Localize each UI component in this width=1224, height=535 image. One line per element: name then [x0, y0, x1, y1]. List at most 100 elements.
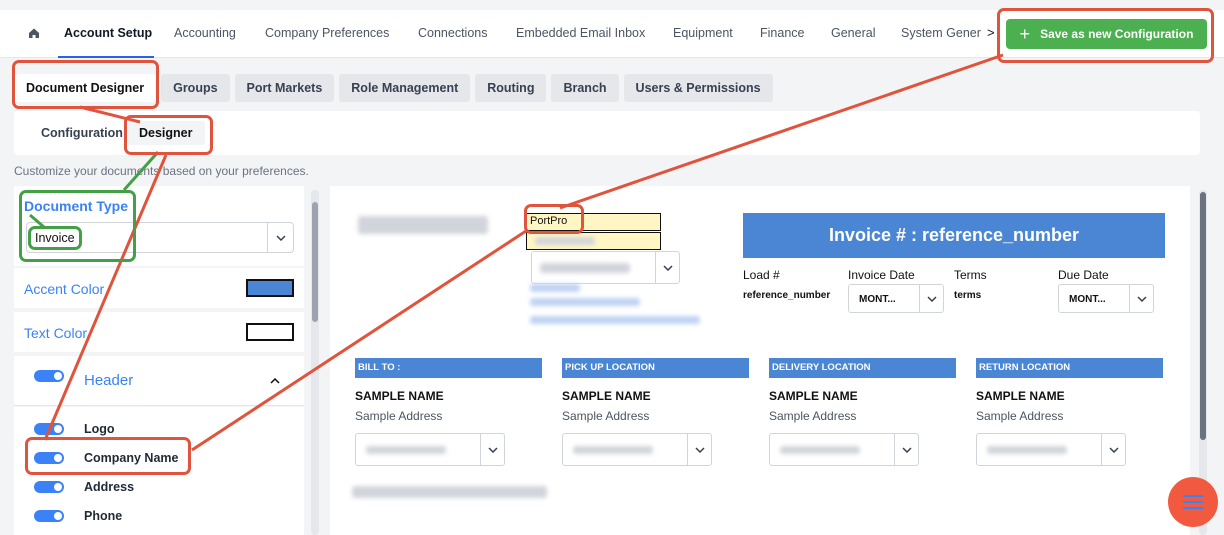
phone-toggle-label: Phone — [84, 509, 123, 523]
logo-toggle[interactable] — [34, 423, 64, 435]
pickup-name: SAMPLE NAME — [562, 389, 651, 403]
save-button-label: Save as new Configuration — [1040, 27, 1194, 41]
due-date-value: MONT... — [1069, 294, 1106, 305]
subtab-port-markets[interactable]: Port Markets — [234, 74, 335, 102]
menu-fab-button[interactable] — [1168, 477, 1218, 527]
bill-to-address: Sample Address — [355, 409, 443, 423]
tab-account-setup[interactable]: Account Setup — [64, 26, 152, 40]
subtab-routing[interactable]: Routing — [475, 74, 547, 102]
tab-finance[interactable]: Finance — [760, 26, 804, 40]
phone-toggle[interactable] — [34, 510, 64, 522]
pickup-location-header: PICK UP LOCATION — [562, 358, 749, 378]
chevron-down-icon — [1101, 434, 1125, 465]
delivery-select[interactable] — [769, 433, 919, 466]
text-color-swatch[interactable] — [246, 323, 294, 341]
chevron-up-icon[interactable] — [270, 378, 280, 384]
designer-mode-bar: Configuration Designer — [14, 111, 1200, 155]
bill-to-name: SAMPLE NAME — [355, 389, 444, 403]
header-toggle[interactable] — [34, 370, 64, 382]
chevron-down-icon — [894, 434, 918, 465]
subtab-role-management[interactable]: Role Management — [339, 74, 471, 102]
terms-label: Terms — [954, 268, 987, 282]
return-address: Sample Address — [976, 409, 1064, 423]
configuration-tab[interactable]: Configuration — [29, 121, 135, 145]
settings-subtabs: Document Designer Groups Port Markets Ro… — [14, 74, 773, 102]
preview-scroll-thumb[interactable] — [1200, 192, 1206, 440]
active-tab-underline — [58, 56, 154, 58]
designer-settings-panel: Document Type Invoice Accent Color Text … — [14, 186, 304, 535]
tab-equipment[interactable]: Equipment — [673, 26, 733, 40]
accent-color-swatch[interactable] — [246, 279, 294, 297]
invoice-title-banner: Invoice # : reference_number — [743, 213, 1165, 258]
save-as-new-configuration-button[interactable]: + Save as new Configuration — [1006, 19, 1207, 49]
delivery-name: SAMPLE NAME — [769, 389, 858, 403]
document-type-label: Document Type — [24, 198, 128, 214]
chevron-down-icon — [655, 252, 679, 283]
company-phone — [530, 284, 580, 292]
plus-icon: + — [1019, 24, 1031, 44]
tab-embedded-email-inbox[interactable]: Embedded Email Inbox — [516, 26, 645, 40]
bill-to-select[interactable] — [355, 433, 505, 466]
terms-value: terms — [954, 290, 982, 301]
subtab-groups[interactable]: Groups — [161, 74, 230, 102]
home-icon[interactable] — [27, 26, 41, 40]
company-name-toggle-label: Company Name — [84, 451, 179, 465]
chevron-down-icon — [687, 434, 711, 465]
return-location-header: RETURN LOCATION — [976, 358, 1163, 378]
customer-id-line — [352, 486, 547, 498]
accent-color-card: Accent Color — [14, 268, 304, 308]
company-email — [530, 298, 640, 306]
designer-tab[interactable]: Designer — [127, 121, 205, 145]
invoice-date-select[interactable]: MONT... — [848, 284, 944, 313]
company-subtitle-field[interactable] — [526, 232, 661, 250]
company-address-select[interactable] — [531, 251, 680, 284]
document-type-select[interactable]: Invoice — [26, 222, 294, 253]
tab-system-general[interactable]: System Gener — [901, 26, 981, 40]
tab-company-preferences[interactable]: Company Preferences — [265, 26, 389, 40]
subtab-branch[interactable]: Branch — [551, 74, 619, 102]
tab-general[interactable]: General — [831, 26, 875, 40]
return-select[interactable] — [976, 433, 1126, 466]
pickup-address: Sample Address — [562, 409, 650, 423]
load-label: Load # — [743, 268, 780, 282]
chevron-down-icon — [1129, 285, 1153, 312]
load-value: reference_number — [743, 290, 831, 301]
header-items-list: Logo Company Name Address Phone — [14, 407, 304, 535]
text-color-card: Text Color — [14, 312, 304, 352]
chevron-down-icon — [267, 223, 293, 252]
document-type-card: Document Type Invoice — [14, 186, 304, 266]
list-icon — [1183, 495, 1203, 509]
accent-color-label: Accent Color — [24, 281, 105, 297]
delivery-location-header: DELIVERY LOCATION — [769, 358, 956, 378]
invoice-date-value: MONT... — [859, 294, 896, 305]
company-name-field[interactable]: PortPro — [526, 213, 661, 231]
return-name: SAMPLE NAME — [976, 389, 1065, 403]
delivery-address: Sample Address — [769, 409, 857, 423]
invoice-date-label: Invoice Date — [848, 268, 915, 282]
document-type-value: Invoice — [35, 231, 75, 245]
header-section-label: Header — [84, 372, 134, 389]
subtab-document-designer[interactable]: Document Designer — [14, 74, 157, 102]
text-color-label: Text Color — [24, 325, 88, 341]
address-toggle-label: Address — [84, 480, 135, 494]
pickup-select[interactable] — [562, 433, 712, 466]
left-panel-scrollbar[interactable] — [311, 190, 319, 535]
due-date-select[interactable]: MONT... — [1058, 284, 1154, 313]
due-date-label: Due Date — [1058, 268, 1109, 282]
company-website — [530, 316, 700, 324]
chevron-down-icon — [919, 285, 943, 312]
address-toggle[interactable] — [34, 481, 64, 493]
left-panel-scroll-thumb[interactable] — [312, 202, 318, 322]
tab-connections[interactable]: Connections — [418, 26, 488, 40]
nav-scroll-right-icon[interactable]: > — [987, 25, 995, 40]
tab-accounting[interactable]: Accounting — [174, 26, 236, 40]
header-section-card[interactable]: Header — [14, 356, 304, 406]
company-name-toggle[interactable] — [34, 452, 64, 464]
logo-toggle-label: Logo — [84, 422, 115, 436]
bill-to-header: BILL TO : — [355, 358, 542, 378]
subtab-users-permissions[interactable]: Users & Permissions — [623, 74, 773, 102]
page-description: Customize your documents based on your p… — [14, 164, 309, 178]
company-logo — [358, 216, 488, 234]
chevron-down-icon — [480, 434, 504, 465]
document-preview: PortPro Invoice # : reference_number Loa… — [330, 186, 1190, 535]
